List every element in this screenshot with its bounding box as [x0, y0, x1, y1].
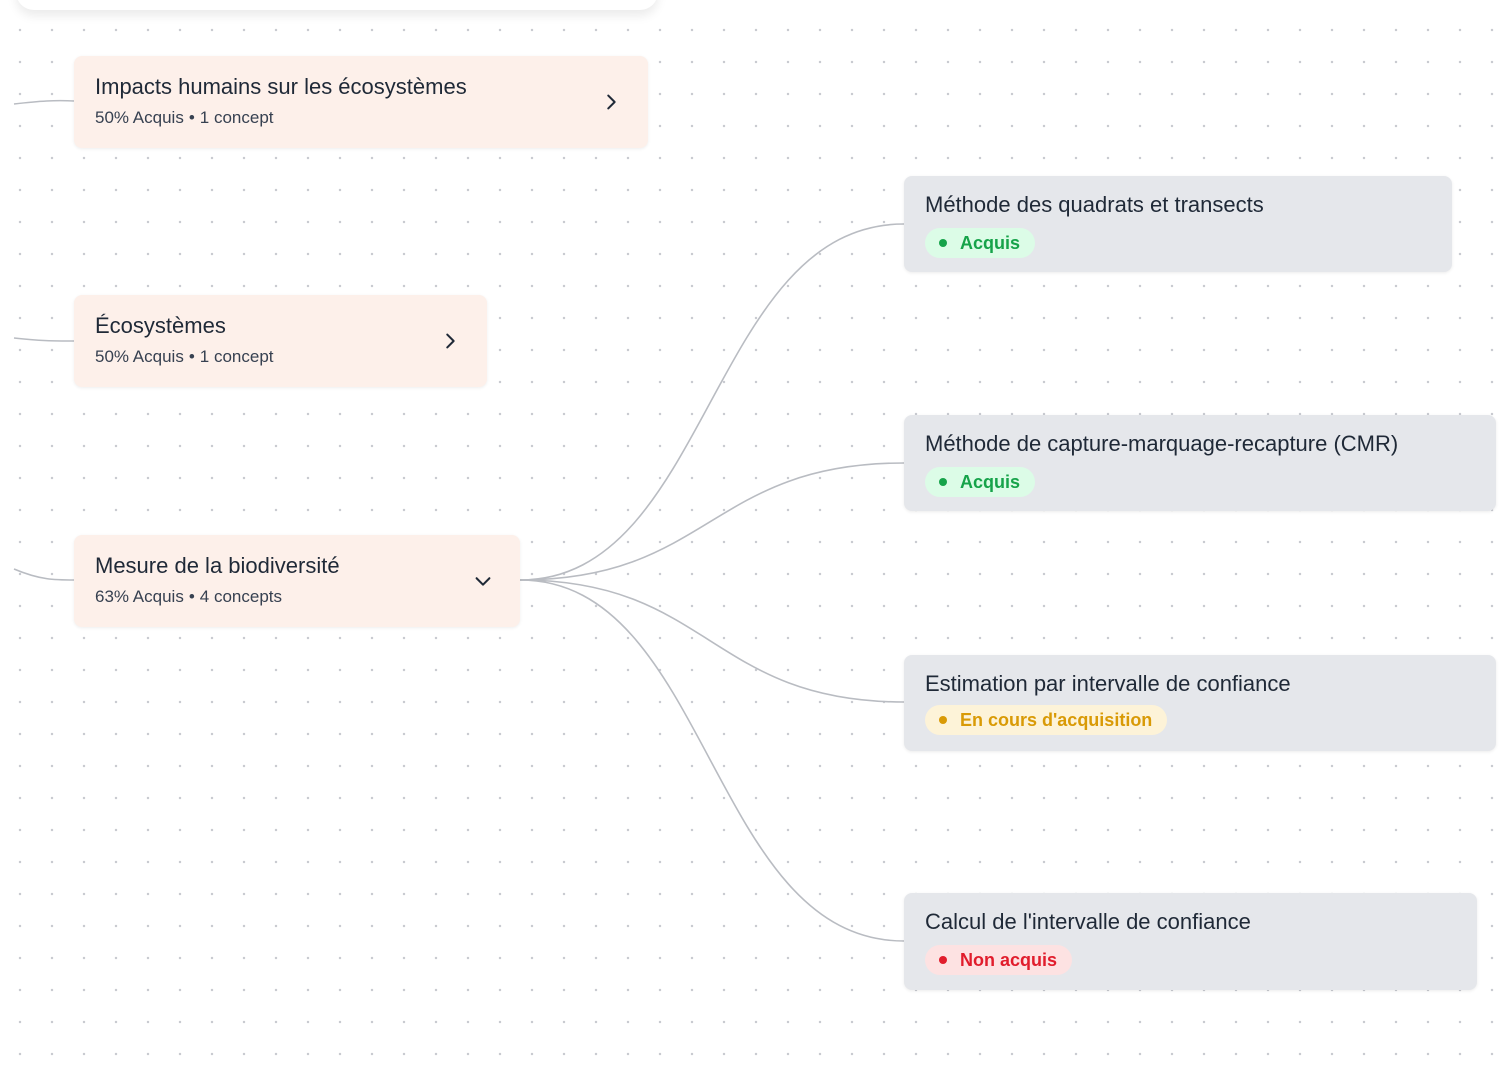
status-badge: Non acquis [925, 945, 1073, 975]
concept-node-quadrats-transects[interactable]: Méthode des quadrats et transects Acquis [904, 176, 1452, 272]
chevron-down-icon[interactable] [472, 570, 494, 592]
topic-progress: 50% Acquis [95, 347, 184, 366]
concept-title: Estimation par intervalle de confiance [925, 671, 1291, 696]
status-dot-icon [939, 716, 947, 724]
status-label: Non acquis [960, 949, 1058, 970]
status-dot-icon [939, 478, 947, 486]
concept-title: Méthode de capture-marquage-recapture (C… [925, 431, 1399, 456]
edge-concept-quadrats [519, 223, 905, 581]
meta-separator: • [188, 347, 195, 366]
topic-node-ecosystemes[interactable]: Écosystèmes 50% Acquis • 1 concept [74, 295, 487, 387]
topic-concept-count: 1 concept [199, 347, 274, 366]
concept-title: Calcul de l'intervalle de confiance [925, 909, 1251, 934]
status-badge: Acquis [925, 228, 1036, 258]
chevron-right-icon[interactable] [600, 91, 622, 113]
status-dot-icon [939, 956, 947, 964]
toolbar-panel-edge [16, 0, 658, 10]
status-badge: En cours d'acquisition [925, 705, 1168, 735]
edge-parent-impacts [13, 99, 75, 105]
edge-parent-ecosystemes [13, 337, 75, 342]
topic-meta: 50% Acquis • 1 concept [95, 347, 467, 367]
concept-node-calcul-intervalle[interactable]: Calcul de l'intervalle de confiance Non … [904, 893, 1477, 990]
edge-concept-calcul [519, 579, 905, 942]
topic-node-mesure-biodiversite[interactable]: Mesure de la biodiversité 63% Acquis • 4 c… [74, 535, 520, 627]
topic-node-impacts-humains[interactable]: Impacts humains sur les écosystèmes 50% … [74, 56, 648, 148]
status-label: Acquis [960, 471, 1021, 492]
edge-concept-estimation [519, 579, 905, 703]
concept-node-cmr[interactable]: Méthode de capture-marquage-recapture (C… [904, 415, 1496, 511]
concept-title: Méthode des quadrats et transects [925, 192, 1264, 217]
topic-meta: 63% Acquis • 4 concepts [95, 587, 500, 607]
topic-title: Impacts humains sur les écosystèmes [95, 74, 467, 99]
status-label: En cours d'acquisition [960, 709, 1153, 730]
topic-title: Écosystèmes [95, 313, 226, 338]
concept-node-estimation-intervalle[interactable]: Estimation par intervalle de confiance E… [904, 655, 1496, 751]
topic-progress: 63% Acquis [95, 587, 184, 606]
chevron-right-icon[interactable] [439, 330, 461, 352]
meta-separator: • [188, 108, 195, 127]
topic-progress: 50% Acquis [95, 108, 184, 127]
meta-separator: • [188, 587, 195, 606]
topic-concept-count: 1 concept [199, 108, 274, 127]
status-label: Acquis [960, 232, 1021, 253]
topic-concept-count: 4 concepts [199, 587, 283, 606]
topic-meta: 50% Acquis • 1 concept [95, 108, 628, 128]
status-dot-icon [939, 239, 947, 247]
edge-concept-cmr [519, 462, 905, 581]
topic-title: Mesure de la biodiversité [95, 553, 340, 578]
edge-parent-mesure [13, 568, 75, 581]
status-badge: Acquis [925, 467, 1036, 497]
